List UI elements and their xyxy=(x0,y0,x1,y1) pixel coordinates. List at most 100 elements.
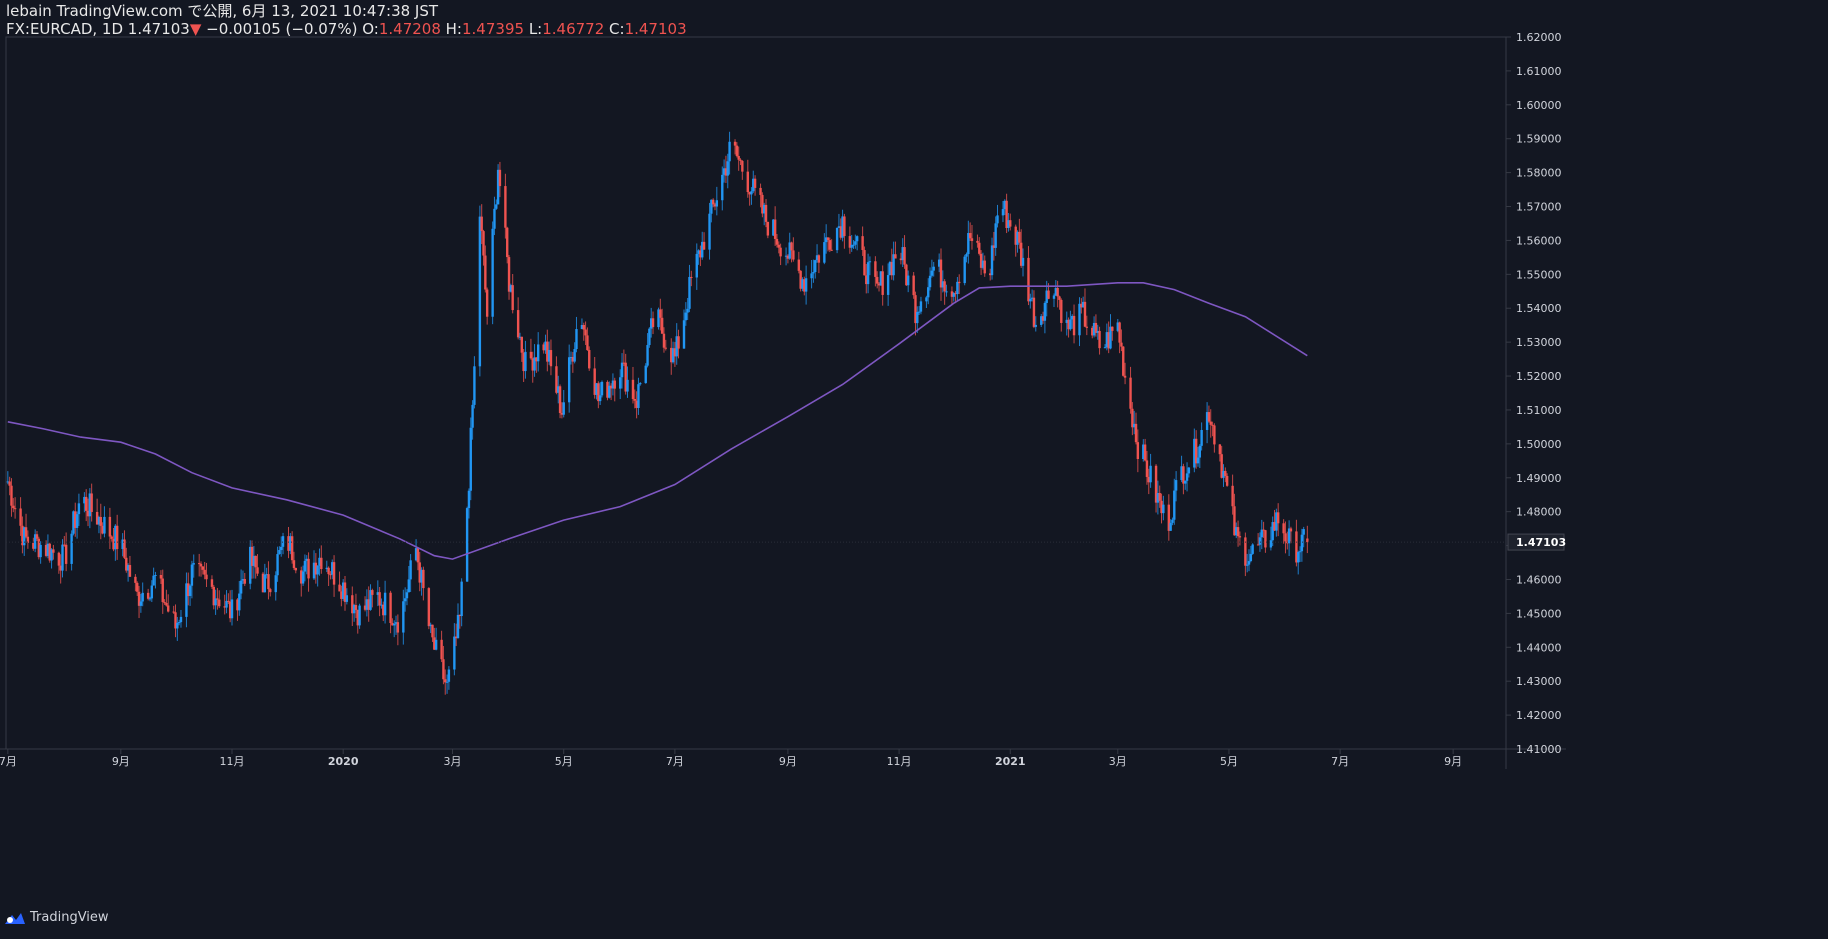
price-chart[interactable]: 1.41000 1.42000 1.43000 1.44000 1.45000 1.460… xyxy=(0,0,1828,939)
candle-body xyxy=(536,344,540,362)
candle-body xyxy=(662,333,666,348)
candle-body xyxy=(210,579,214,587)
candle-body xyxy=(465,508,469,582)
candle-body xyxy=(1238,536,1242,538)
candle-body xyxy=(1207,412,1211,422)
y-tick-label: 1.48000 xyxy=(1516,506,1562,519)
candle-body xyxy=(715,200,719,207)
candle-body xyxy=(263,574,267,593)
y-tick-label: 1.62000 xyxy=(1516,31,1562,44)
candle-body xyxy=(150,585,154,599)
candle-body xyxy=(188,585,192,596)
candle-body xyxy=(868,261,872,263)
candle-body xyxy=(1298,551,1302,553)
x-tick-label: 7月 xyxy=(666,755,684,768)
candle-body xyxy=(506,227,509,258)
candle-body xyxy=(165,602,168,606)
candle-body xyxy=(588,350,591,369)
candle-body xyxy=(64,544,68,564)
candle-body xyxy=(708,213,711,250)
footer-brand[interactable]: TradingView xyxy=(4,910,109,925)
candle-body xyxy=(358,605,361,626)
candle-body xyxy=(141,592,144,602)
candle-body xyxy=(332,562,336,585)
candle-body xyxy=(644,365,647,384)
candle-body xyxy=(1198,445,1202,458)
candle-body xyxy=(1078,303,1081,336)
candle-body xyxy=(485,289,489,317)
candle-body xyxy=(416,548,420,563)
candle-body xyxy=(77,503,81,515)
candle-body xyxy=(928,275,932,288)
candle-body xyxy=(983,260,986,274)
candle-body xyxy=(843,216,846,237)
candle-body xyxy=(631,379,635,399)
candle-body xyxy=(917,311,921,313)
candle-body xyxy=(24,527,28,537)
candle-body xyxy=(598,395,602,402)
y-tick-label: 1.56000 xyxy=(1516,234,1562,247)
candle-body xyxy=(529,351,533,359)
candle-body xyxy=(471,404,474,428)
candle-body xyxy=(943,281,946,292)
candle-body xyxy=(575,329,578,350)
candle-body xyxy=(70,533,73,564)
last-price-label: 1.47103 xyxy=(1516,536,1566,549)
candle-body xyxy=(613,380,616,389)
candle-body xyxy=(1149,465,1152,483)
candle-body xyxy=(660,317,664,334)
candle-body xyxy=(1218,444,1222,455)
candle-body xyxy=(278,550,281,555)
candle-body xyxy=(970,238,974,241)
candle-body xyxy=(1145,460,1149,477)
candle-body xyxy=(1034,324,1037,327)
x-tick-label: 9月 xyxy=(112,755,130,768)
candle-body xyxy=(854,241,857,245)
candle-body xyxy=(280,546,283,551)
candle-body xyxy=(230,599,234,619)
candle-body xyxy=(677,336,680,349)
candle-body xyxy=(881,271,884,295)
candle-body xyxy=(1032,297,1036,327)
candle-body xyxy=(316,565,319,575)
candle-body xyxy=(1251,544,1254,554)
candle-body xyxy=(1122,346,1125,376)
candle-body xyxy=(504,186,507,228)
y-tick-label: 1.52000 xyxy=(1516,370,1562,383)
candle-body xyxy=(1158,493,1161,501)
candle-body xyxy=(276,554,279,576)
candle-body xyxy=(586,335,589,351)
candle-body xyxy=(930,270,934,276)
candle-body xyxy=(473,366,476,405)
candle-body xyxy=(327,567,330,575)
candle-body xyxy=(1224,470,1227,476)
candle-body xyxy=(976,240,979,243)
candle-body xyxy=(294,567,297,571)
candle-body xyxy=(1027,257,1030,302)
candle-body xyxy=(1231,485,1234,507)
candle-body xyxy=(99,517,102,526)
candle-body xyxy=(1029,298,1032,302)
candle-body xyxy=(128,565,132,577)
candle-body xyxy=(389,592,392,624)
candle-body xyxy=(161,578,164,603)
candle-body xyxy=(1058,296,1061,300)
x-tick-label: 2020 xyxy=(328,755,359,768)
candle-body xyxy=(1143,444,1147,461)
candle-body xyxy=(876,276,879,284)
candle-body xyxy=(790,242,793,251)
x-tick-label: 3月 xyxy=(1109,755,1127,768)
candle-body xyxy=(1169,522,1172,531)
candle-body xyxy=(779,247,782,257)
candle-body xyxy=(1043,302,1047,321)
candle-body xyxy=(584,329,587,336)
candle-body xyxy=(1111,326,1114,331)
candle-body xyxy=(963,256,966,284)
candle-body xyxy=(648,328,651,346)
candle-body xyxy=(491,228,494,317)
candle-body xyxy=(396,622,400,633)
candle-body xyxy=(371,590,374,595)
candle-body xyxy=(684,312,688,321)
x-tick-label: 5月 xyxy=(555,755,573,768)
candle-body xyxy=(1072,315,1076,336)
